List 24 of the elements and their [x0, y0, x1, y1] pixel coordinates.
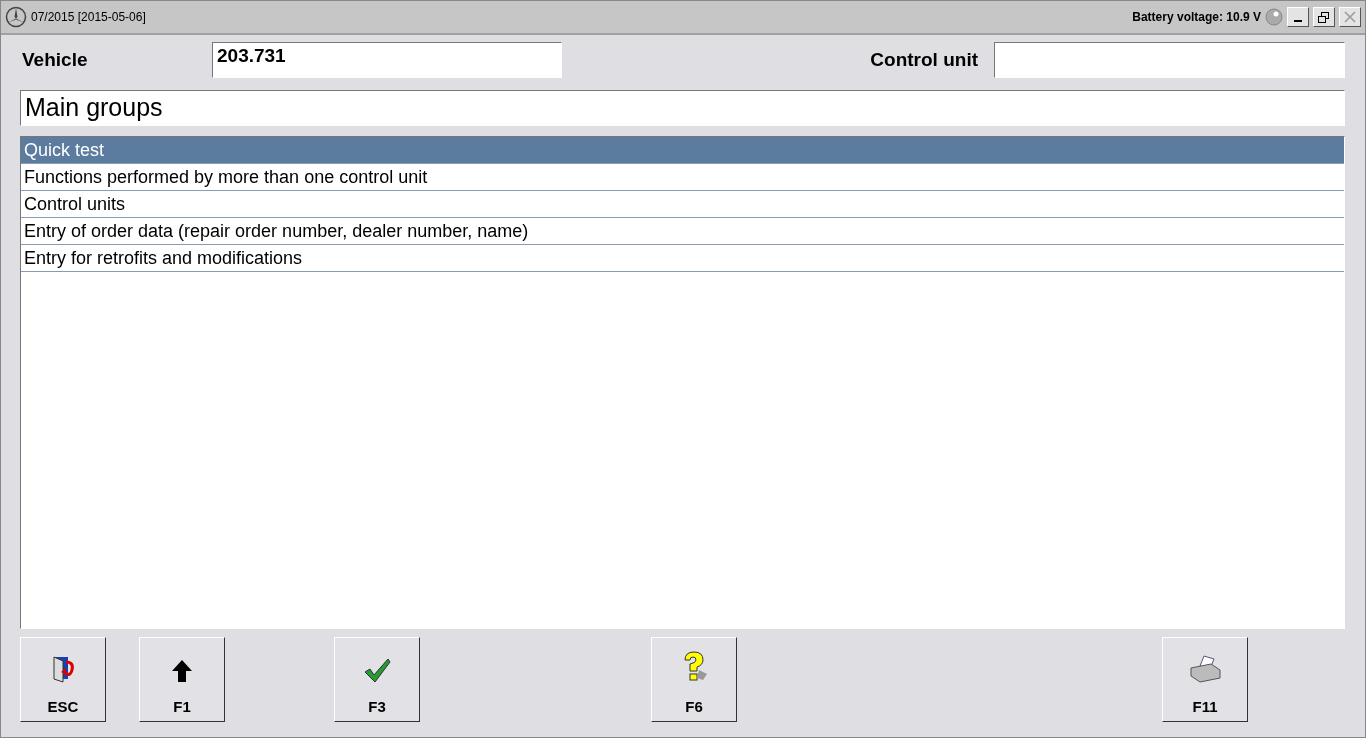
- printer-icon: [1188, 654, 1222, 684]
- window-title: 07/2015 [2015-05-06]: [31, 10, 147, 24]
- function-key-button[interactable]: F6: [651, 637, 737, 722]
- minimize-icon: [1294, 20, 1302, 22]
- vehicle-label: Vehicle: [21, 49, 89, 71]
- vehicle-field[interactable]: 203.731: [212, 42, 562, 78]
- battery-voltage: Battery voltage: 10.9 V: [1132, 10, 1261, 24]
- close-icon: [1344, 11, 1356, 23]
- minimize-button[interactable]: [1287, 7, 1309, 27]
- restore-icon: [1318, 11, 1330, 23]
- control-unit-label: Control unit: [870, 49, 978, 71]
- status-indicator-icon: [1265, 8, 1283, 26]
- restore-button[interactable]: [1313, 7, 1335, 27]
- section-heading: Main groups: [20, 90, 1345, 126]
- function-key-button[interactable]: F3: [334, 637, 420, 722]
- checkmark-icon: [363, 658, 391, 684]
- up-arrow-icon: [170, 658, 194, 684]
- function-key-button[interactable]: ESC: [20, 637, 106, 722]
- close-button[interactable]: [1339, 7, 1361, 27]
- function-key-button[interactable]: F1: [139, 637, 225, 722]
- star-logo-icon: [5, 6, 27, 28]
- function-key-button[interactable]: F11: [1162, 637, 1248, 722]
- control-unit-field[interactable]: [994, 42, 1345, 78]
- list-item[interactable]: Quick test: [21, 137, 1344, 164]
